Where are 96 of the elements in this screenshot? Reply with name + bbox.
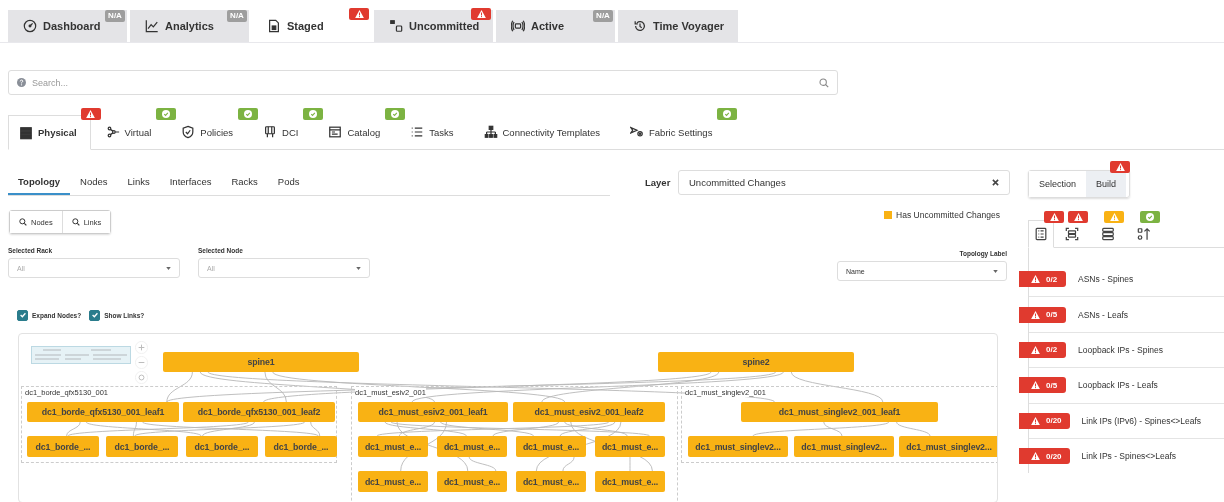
warning-badge xyxy=(1044,211,1064,223)
caret-icon xyxy=(166,266,171,270)
warning-badge xyxy=(1068,211,1088,223)
view-tab[interactable]: Links xyxy=(117,169,160,195)
gauge-icon xyxy=(23,19,37,33)
status-badge: N/A xyxy=(593,9,613,22)
building-icon xyxy=(263,125,278,139)
device-node[interactable]: dc1_borde_... xyxy=(265,436,337,457)
ok-badge xyxy=(385,108,406,120)
caret-icon xyxy=(356,266,361,270)
search-icon xyxy=(19,218,27,226)
device-node[interactable]: dc1_must_e... xyxy=(516,471,586,492)
server-stack-icon xyxy=(1101,226,1115,241)
checkbox[interactable] xyxy=(17,309,28,321)
search-icon xyxy=(71,218,80,226)
device-node[interactable]: dc1_must_esiv2_001_leaf1 xyxy=(358,402,508,422)
build-item-label[interactable]: Loopback IPs - Spines xyxy=(1078,344,1164,355)
device-node[interactable]: dc1_must_e... xyxy=(595,471,665,492)
line-chart-icon xyxy=(145,19,159,33)
device-node[interactable]: dc1_must_singlev2_001_leaf1 xyxy=(741,402,938,422)
device-node[interactable]: dc1_borde_... xyxy=(186,436,258,457)
list-icon xyxy=(1034,227,1048,241)
device-node[interactable]: dc1_must_e... xyxy=(437,436,507,457)
ok-badge xyxy=(303,108,324,120)
layer-select[interactable]: Uncommitted Changes xyxy=(678,170,1010,195)
device-node[interactable]: dc1_must_e... xyxy=(358,471,428,492)
view-tab[interactable]: Racks xyxy=(221,169,268,195)
device-node[interactable]: dc1_must_e... xyxy=(358,436,428,457)
nav-tab[interactable]: Time Voyager xyxy=(618,10,738,42)
build-item-label[interactable]: ASNs - Spines xyxy=(1078,274,1134,285)
warning-badge xyxy=(1104,211,1124,223)
device-node[interactable]: dc1_borde_qfx5130_001_leaf1 xyxy=(27,402,179,422)
build-tab[interactable] xyxy=(1028,220,1054,248)
count-flag: 0/20 xyxy=(1019,448,1070,465)
device-node[interactable]: dc1_must_singlev2... xyxy=(688,436,788,457)
ok-badge xyxy=(717,108,738,120)
warning-badge xyxy=(471,8,491,20)
device-node[interactable]: dc1_must_e... xyxy=(437,471,507,492)
hierarchy-icon xyxy=(483,125,498,139)
view-tab[interactable]: Nodes xyxy=(70,169,118,195)
view-tab[interactable]: Interfaces xyxy=(159,169,222,195)
ok-badge xyxy=(238,108,259,120)
nav-tab[interactable]: Uncommitted xyxy=(374,10,493,42)
scan-icon xyxy=(1065,226,1079,241)
boxes-icon xyxy=(389,19,403,33)
device-node[interactable]: spine2 xyxy=(658,352,854,372)
ok-badge xyxy=(1140,211,1160,223)
clear-icon[interactable] xyxy=(992,179,999,186)
section-tab[interactable]: Connectivity Templates xyxy=(468,115,615,150)
warning-badge xyxy=(349,8,369,20)
device-node[interactable]: dc1_must_e... xyxy=(595,436,665,457)
count-flag: 0/20 xyxy=(1019,412,1070,429)
device-node[interactable]: dc1_must_singlev2... xyxy=(794,436,894,457)
count-flag: 0/5 xyxy=(1019,377,1066,394)
section-tab[interactable]: Tasks xyxy=(395,115,469,150)
shield-icon xyxy=(181,125,196,139)
checkbox[interactable] xyxy=(89,309,101,321)
status-badge: N/A xyxy=(227,9,247,22)
sort-icon xyxy=(1137,226,1151,241)
device-node[interactable]: spine1 xyxy=(163,352,359,372)
build-item-label[interactable]: Link IPs (IPv6) - Spines<>Leafs xyxy=(1081,415,1202,426)
legend-label: Has Uncommitted Changes xyxy=(896,210,1000,220)
search-icon[interactable] xyxy=(819,78,829,88)
caret-icon xyxy=(993,269,998,273)
device-node[interactable]: dc1_must_esiv2_001_leaf2 xyxy=(513,402,665,422)
ok-badge xyxy=(156,108,177,120)
device-node[interactable]: dc1_borde_... xyxy=(27,436,99,457)
server-icon xyxy=(19,125,33,140)
list-icon xyxy=(410,125,425,139)
device-node[interactable]: dc1_must_e... xyxy=(516,436,586,457)
warning-badge xyxy=(80,108,101,120)
warning-badge xyxy=(1110,161,1131,173)
section-tab[interactable]: Physical xyxy=(8,115,91,150)
search-field[interactable]: Search... xyxy=(8,70,838,95)
build-item-label[interactable]: Loopback IPs - Leafs xyxy=(1078,380,1158,391)
mode-toggle[interactable]: Selection xyxy=(1029,171,1087,197)
layer-label: Layer xyxy=(645,177,672,188)
network-icon xyxy=(105,125,120,139)
device-node[interactable]: dc1_borde_... xyxy=(106,436,178,457)
count-flag: 0/5 xyxy=(1019,306,1066,323)
build-item-label[interactable]: ASNs - Leafs xyxy=(1078,309,1129,320)
count-flag: 0/2 xyxy=(1019,271,1066,288)
link-line xyxy=(896,421,931,437)
count-flag: 0/2 xyxy=(1019,341,1066,358)
device-node[interactable]: dc1_must_singlev2... xyxy=(899,436,997,457)
history-icon xyxy=(633,19,647,33)
device-node[interactable]: dc1_borde_qfx5130_001_leaf2 xyxy=(183,402,335,422)
mode-toggle[interactable]: Build xyxy=(1086,171,1127,197)
view-tab[interactable]: Topology xyxy=(8,169,71,195)
view-tab[interactable]: Pods xyxy=(267,169,310,195)
status-badge: N/A xyxy=(105,9,125,22)
catalog-icon xyxy=(328,125,343,139)
build-item-label[interactable]: Link IPs - Spines<>Leafs xyxy=(1081,451,1177,462)
document-icon xyxy=(267,19,281,33)
help-icon xyxy=(17,78,26,87)
broadcast-icon xyxy=(511,19,525,33)
